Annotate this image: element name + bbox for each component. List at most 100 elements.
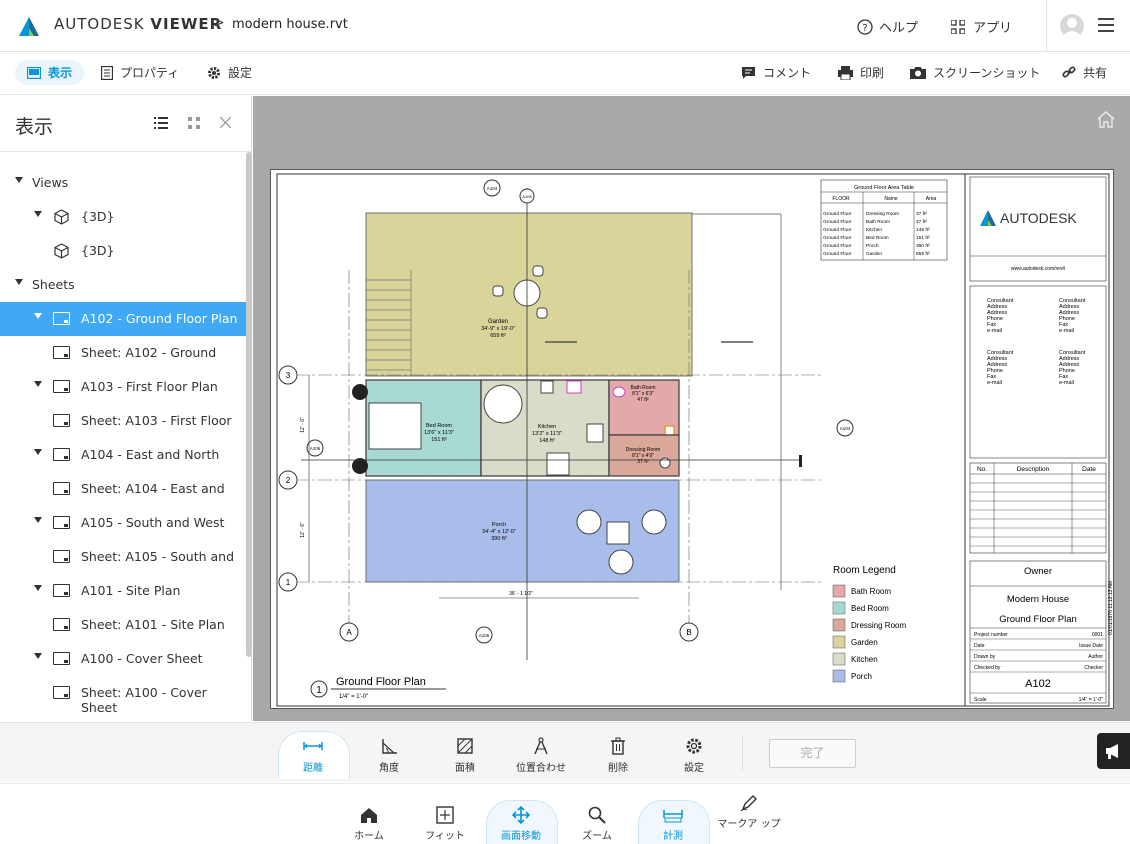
area-label: 面積: [455, 763, 475, 774]
sheet-icon: [53, 380, 70, 393]
tree-item-sheet-child[interactable]: Sheet: A103 - First Floor: [0, 404, 246, 438]
tree-item-sheet-a103[interactable]: A103 - First Floor Plan: [0, 370, 246, 404]
canvas-top-band: [253, 96, 1130, 152]
chevron-down-icon[interactable]: [34, 585, 42, 591]
tree-item-sheet-child[interactable]: Sheet: A101 - Site Plan: [0, 608, 246, 642]
tab-properties[interactable]: プロパティ: [101, 64, 179, 81]
panel-title: 表示: [15, 116, 54, 138]
tab-settings[interactable]: 設定: [207, 64, 252, 81]
apps-button[interactable]: アプリ: [951, 17, 1012, 36]
file-name[interactable]: modern house.rvt: [232, 17, 348, 32]
tree-item-sheet-a101[interactable]: A101 - Site Plan: [0, 574, 246, 608]
feedback-button[interactable]: [1097, 733, 1130, 769]
tab-view-label: 表示: [48, 66, 73, 80]
comment-button[interactable]: コメント: [741, 64, 811, 81]
pan-button[interactable]: 画面移動: [486, 806, 556, 842]
panel-header: 表示: [0, 96, 252, 152]
tree-group-sheets[interactable]: Sheets: [0, 268, 246, 302]
chevron-down-icon[interactable]: [34, 517, 42, 523]
chevron-down-icon[interactable]: [15, 279, 23, 285]
help-button[interactable]: ? ヘルプ: [857, 17, 918, 36]
tree-item-view[interactable]: {3D}: [0, 234, 246, 268]
tree-item-sheet-a105[interactable]: A105 - South and West: [0, 506, 246, 540]
measure-settings-button[interactable]: 設定: [659, 737, 729, 774]
grid-view-icon[interactable]: [188, 117, 200, 129]
top-bar: AUTODESK VIEWER > modern house.rvt ? ヘルプ…: [0, 0, 1130, 52]
tree-item-sheet-child[interactable]: Sheet: A104 - East and: [0, 472, 246, 506]
screenshot-button[interactable]: スクリーンショット: [910, 64, 1040, 81]
chevron-down-icon[interactable]: [34, 313, 42, 319]
tree-item-sheet-child[interactable]: Sheet: A102 - Ground: [0, 336, 246, 370]
area-table-cell: Dressing Room: [866, 211, 899, 217]
section-tag: A104: [840, 426, 851, 431]
sheet-icon: [53, 550, 70, 563]
print-button[interactable]: 印刷: [838, 64, 884, 81]
apps-label: アプリ: [973, 21, 1013, 36]
zoom-magnifier-icon: [588, 806, 606, 824]
sheet-child-label: Sheet: A105 - South and: [81, 549, 235, 564]
screenshot-label: スクリーンショット: [933, 66, 1041, 80]
measure-area-button[interactable]: 面積: [430, 737, 500, 774]
done-button[interactable]: 完了: [769, 739, 856, 768]
tree-item-sheet-a102[interactable]: A102 - Ground Floor Plan: [0, 302, 246, 336]
tree-item-sheet-child[interactable]: Sheet: A105 - South and: [0, 540, 246, 574]
gear-icon: [686, 738, 702, 754]
room-area-bed: 151 ft²: [431, 437, 447, 443]
list-view-icon[interactable]: [154, 117, 168, 129]
chevron-down-icon[interactable]: [34, 381, 42, 387]
zoom-button[interactable]: ズーム: [562, 806, 632, 842]
chevron-down-icon[interactable]: [34, 653, 42, 659]
sheet-child-label: Sheet: A103 - First Floor: [81, 413, 232, 428]
sheet-child-label: Sheet: A100 - Cover Sheet: [81, 685, 207, 715]
measure-delete-button[interactable]: 削除: [583, 737, 653, 774]
tree-item-sheet-child[interactable]: Sheet: A100 - Cover Sheet: [0, 676, 246, 715]
measure-tool-button[interactable]: 計測: [638, 806, 708, 842]
avatar[interactable]: [1060, 14, 1084, 38]
tree-item-view[interactable]: {3D}: [0, 200, 246, 234]
area-table-cell: Porch: [866, 243, 879, 249]
home-button[interactable]: ホーム: [334, 806, 404, 842]
room-area-bath: 47 ft²: [637, 397, 649, 403]
link-icon: [1062, 65, 1076, 78]
top-divider: [1046, 0, 1047, 52]
angle-icon: [382, 739, 397, 754]
view-label: {3D}: [81, 209, 115, 224]
consultant-line: e-mail: [987, 328, 1002, 334]
info-value: Checker: [1084, 665, 1103, 671]
title-block: AUTODESK www.autodesk.com/revit Consulta…: [969, 176, 1107, 704]
chevron-down-icon[interactable]: [34, 211, 42, 217]
chevron-down-icon[interactable]: [34, 449, 42, 455]
legend-item: Kitchen: [851, 655, 878, 664]
area-table-cell: Ground Floor: [823, 243, 852, 249]
sheet-label: A105 - South and West: [81, 515, 225, 530]
revision-header: No.: [977, 466, 987, 473]
consultant-line: e-mail: [987, 380, 1002, 386]
area-table-cell: 47 ft²: [916, 219, 927, 225]
fit-button[interactable]: フィット: [410, 806, 480, 842]
zoom-label: ズーム: [582, 831, 612, 842]
tab-view[interactable]: 表示: [15, 60, 85, 85]
measure-calibrate-button[interactable]: 位置合わせ: [506, 737, 576, 774]
drawing-sheet[interactable]: Garden 34'-9" x 19'-0" 659 ft² Bed Room …: [270, 169, 1114, 709]
viewer-canvas[interactable]: Garden 34'-9" x 19'-0" 659 ft² Bed Room …: [253, 96, 1130, 721]
gear-icon: [208, 66, 220, 79]
sheet-child-label: Sheet: A102 - Ground: [81, 345, 217, 360]
plan-scale: 1/4" = 1'-0": [339, 694, 368, 700]
area-table-cell: Ground Floor: [823, 251, 852, 257]
chevron-down-icon[interactable]: [15, 177, 23, 183]
bottom-toolbar: ホーム フィット 画面移動 ズーム 計測 マークア ップ: [0, 783, 1130, 844]
panel-scrollbar[interactable]: [246, 152, 252, 657]
home-view-icon[interactable]: [1096, 110, 1116, 128]
sheet-icon: [53, 584, 70, 597]
hamburger-menu-icon[interactable]: [1098, 18, 1114, 32]
plan-title: Ground Floor Plan: [336, 676, 426, 688]
close-icon[interactable]: [220, 117, 231, 128]
share-button[interactable]: 共有: [1062, 64, 1107, 81]
tab-settings-label: 設定: [228, 66, 253, 80]
markup-button[interactable]: マークア ップ: [714, 794, 784, 830]
measure-distance-button[interactable]: 距離: [278, 737, 348, 774]
measure-angle-button[interactable]: 角度: [354, 737, 424, 774]
tree-group-views[interactable]: Views: [0, 166, 246, 200]
tree-item-sheet-a104[interactable]: A104 - East and North: [0, 438, 246, 472]
tree-item-sheet-a100[interactable]: A100 - Cover Sheet: [0, 642, 246, 676]
